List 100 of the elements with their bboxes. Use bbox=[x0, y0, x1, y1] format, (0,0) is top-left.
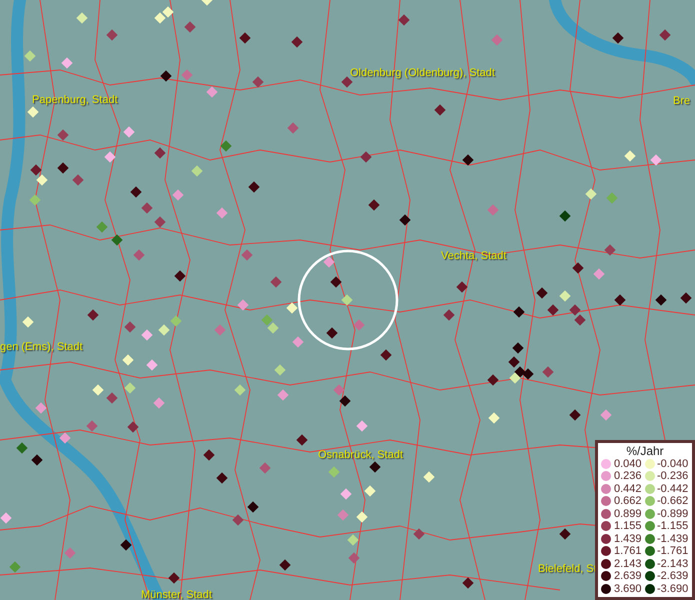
map-point bbox=[341, 294, 353, 306]
map-point bbox=[443, 309, 455, 321]
map-point bbox=[160, 70, 172, 82]
map-point bbox=[604, 244, 616, 256]
map-point bbox=[462, 577, 474, 589]
map-point bbox=[512, 342, 524, 354]
map-point bbox=[141, 202, 153, 214]
map-point bbox=[130, 186, 142, 198]
map-point bbox=[239, 32, 251, 44]
map-point bbox=[559, 210, 571, 222]
map-point bbox=[585, 188, 597, 200]
map-point bbox=[232, 514, 244, 526]
legend-value: 1.761 bbox=[614, 544, 643, 559]
map-point bbox=[600, 409, 612, 421]
map-point bbox=[16, 442, 28, 454]
map-point bbox=[120, 539, 132, 551]
map-point bbox=[57, 162, 69, 174]
map-point bbox=[154, 12, 166, 24]
map-point bbox=[191, 165, 203, 177]
map-point bbox=[181, 69, 193, 81]
map-point bbox=[624, 150, 636, 162]
legend-title: %/Jahr bbox=[625, 444, 665, 458]
legend-value: 3.690 bbox=[614, 582, 643, 596]
legend-value: -0.662 bbox=[657, 494, 688, 509]
map-point bbox=[399, 214, 411, 226]
map-point bbox=[124, 382, 136, 394]
map-point bbox=[296, 434, 308, 446]
map-point bbox=[487, 374, 499, 386]
map-point bbox=[508, 356, 520, 368]
map-point bbox=[612, 32, 624, 44]
map-point bbox=[547, 304, 559, 316]
map-point bbox=[0, 512, 12, 524]
map-point bbox=[291, 36, 303, 48]
map-point bbox=[206, 86, 218, 98]
map-point bbox=[614, 294, 626, 306]
map-point bbox=[569, 304, 581, 316]
map-point bbox=[86, 420, 98, 432]
map-point bbox=[380, 349, 392, 361]
map-point bbox=[96, 221, 108, 233]
map-point bbox=[513, 306, 525, 318]
map-point bbox=[339, 395, 351, 407]
map-point bbox=[279, 559, 291, 571]
map-point bbox=[158, 324, 170, 336]
map-point bbox=[184, 21, 196, 33]
legend-value: 2.143 bbox=[614, 556, 643, 571]
map-point bbox=[369, 461, 381, 473]
map-point bbox=[61, 57, 73, 69]
map-point bbox=[655, 294, 667, 306]
map-point bbox=[203, 449, 215, 461]
map-point bbox=[216, 207, 228, 219]
legend-value: 1.439 bbox=[614, 532, 643, 546]
map-point bbox=[261, 314, 273, 326]
map-point bbox=[57, 129, 69, 141]
map-point bbox=[237, 299, 249, 311]
map-point bbox=[593, 268, 605, 280]
map-point bbox=[201, 0, 213, 6]
map-point bbox=[340, 488, 352, 500]
map-point bbox=[30, 164, 42, 176]
map-point bbox=[559, 528, 571, 540]
map-point bbox=[574, 314, 586, 326]
legend-value: -1.155 bbox=[657, 519, 688, 534]
map-point bbox=[124, 321, 136, 333]
map-point bbox=[174, 270, 186, 282]
map-point bbox=[462, 154, 474, 166]
legend-value: -0.442 bbox=[657, 482, 688, 496]
map-point bbox=[456, 281, 468, 293]
legend-value: -1.439 bbox=[657, 532, 688, 546]
legend-value: -2.639 bbox=[657, 569, 688, 584]
place-label: Bre bbox=[673, 96, 690, 107]
map-point bbox=[22, 316, 34, 328]
map-point bbox=[259, 462, 271, 474]
map-point bbox=[542, 366, 554, 378]
map-point bbox=[64, 547, 76, 559]
map-point bbox=[569, 409, 581, 421]
map-point bbox=[29, 194, 41, 206]
map-point bbox=[146, 359, 158, 371]
map-point bbox=[106, 392, 118, 404]
legend-value: 0.236 bbox=[614, 469, 643, 484]
map-point bbox=[274, 364, 286, 376]
map-point bbox=[356, 511, 368, 523]
map-point bbox=[133, 249, 145, 261]
map-point bbox=[24, 50, 36, 62]
map-point bbox=[59, 432, 71, 444]
map-point bbox=[488, 412, 500, 424]
map-point bbox=[216, 472, 228, 484]
map-point bbox=[292, 336, 304, 348]
map-point bbox=[360, 151, 372, 163]
place-label: gen (Ems), Stadt bbox=[0, 342, 83, 353]
map-point bbox=[491, 34, 503, 46]
legend-value: -1.761 bbox=[657, 544, 688, 559]
map-point bbox=[328, 466, 340, 478]
map-point bbox=[326, 327, 338, 339]
map-point bbox=[154, 147, 166, 159]
legend-value: -0.899 bbox=[657, 506, 688, 521]
map-point bbox=[9, 561, 21, 573]
map-point bbox=[559, 290, 571, 302]
legend-value: -2.143 bbox=[657, 556, 688, 571]
map-point bbox=[413, 528, 425, 540]
map-point bbox=[31, 454, 43, 466]
map-point bbox=[162, 6, 174, 18]
